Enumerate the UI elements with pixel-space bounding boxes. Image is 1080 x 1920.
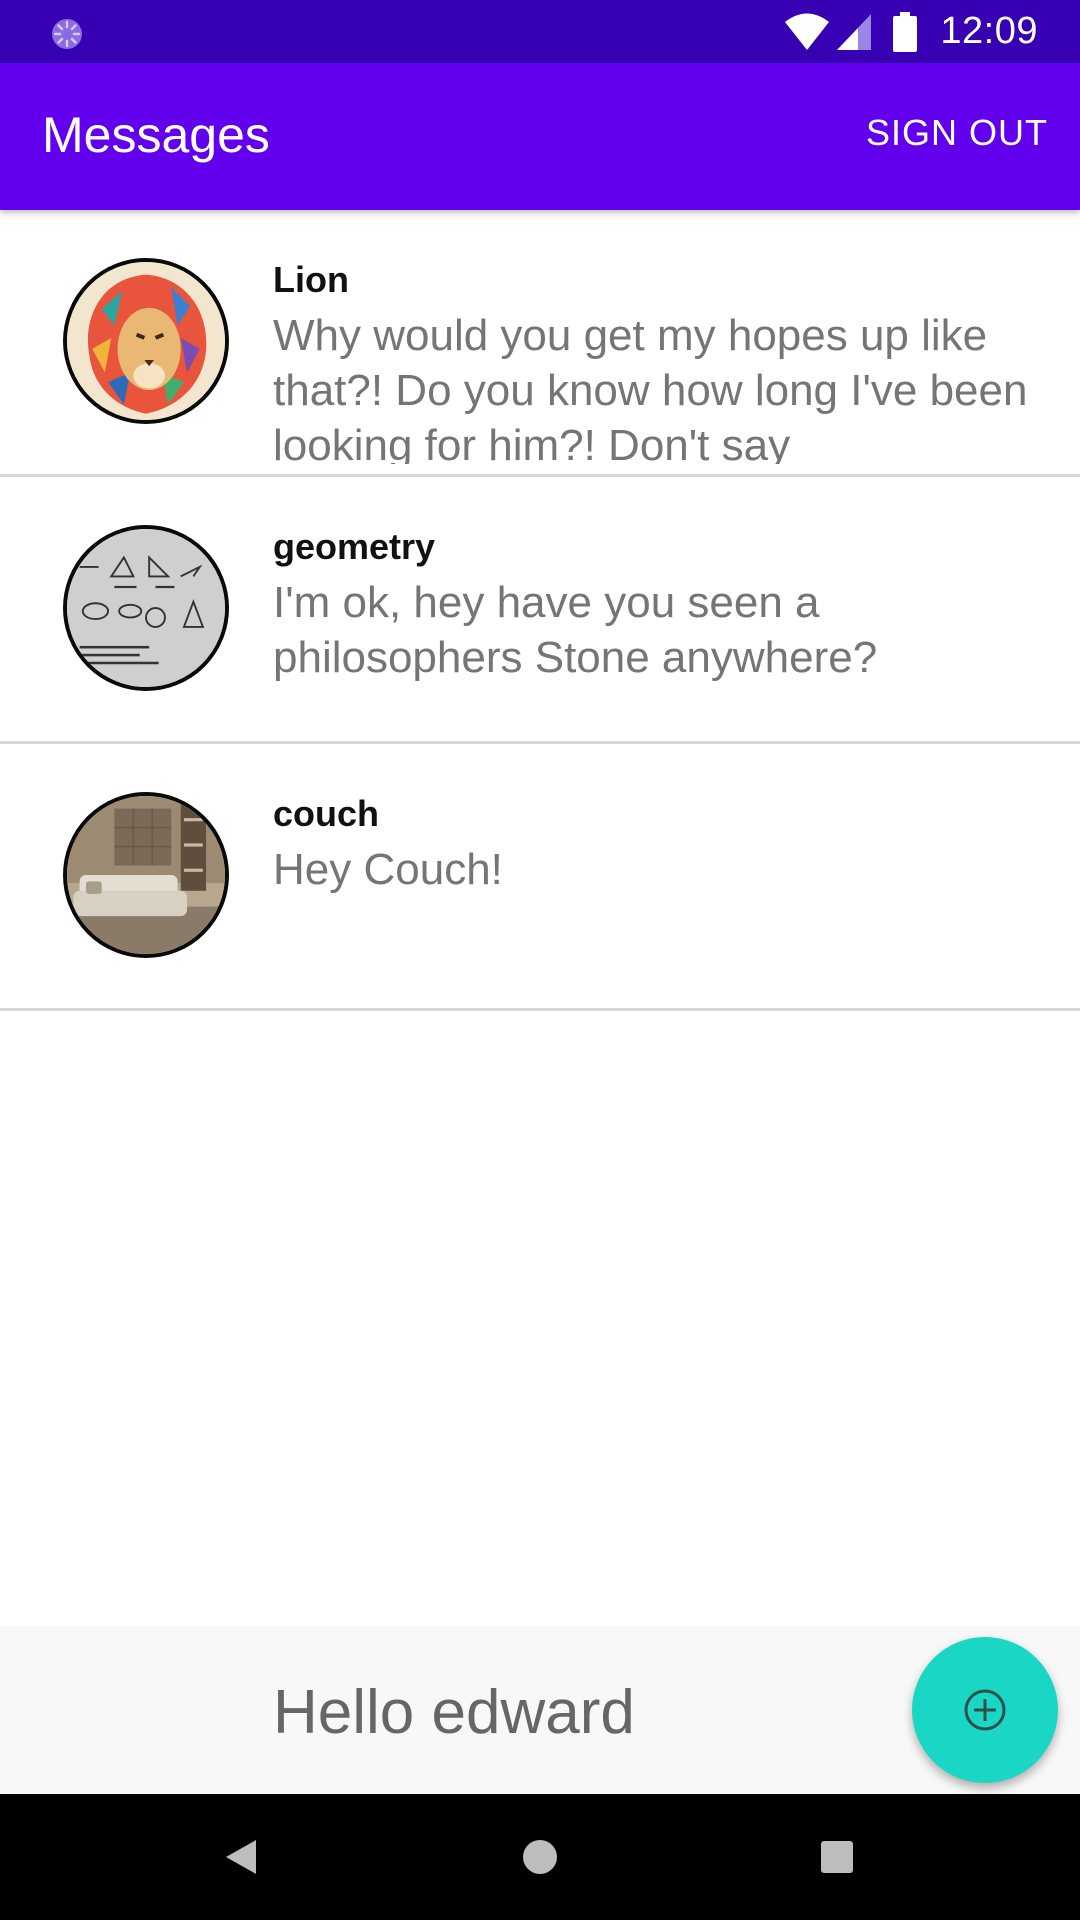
status-bar: 12:09 — [0, 0, 1080, 63]
app-bar: Messages SIGN OUT — [0, 63, 1080, 210]
conversation-preview: I'm ok, hey have you seen a philosophers… — [273, 578, 878, 682]
home-button[interactable] — [515, 1832, 565, 1882]
conversation-name: couch — [273, 793, 380, 834]
sign-out-button[interactable]: SIGN OUT — [866, 113, 1048, 153]
page-title: Messages — [42, 107, 270, 163]
signal-icon — [837, 13, 872, 50]
back-button[interactable] — [216, 1832, 266, 1882]
geometry-avatar — [63, 525, 229, 691]
home-icon — [523, 1840, 557, 1874]
new-message-button[interactable] — [912, 1637, 1058, 1783]
conversation-preview: Why would you get my hopes up like that?… — [273, 311, 1028, 464]
conversation-preview: Hey Couch! — [273, 845, 503, 894]
add-circle-icon — [964, 1689, 1006, 1731]
wifi-icon — [785, 13, 830, 50]
conversation-list: Lion Why would you get my hopes up like … — [0, 210, 1080, 1011]
status-icons: 12:09 — [784, 0, 1080, 63]
messages-screen: 12:09 Messages SIGN OUT Lion Why would y… — [0, 0, 1080, 1920]
conversation-name: geometry — [273, 526, 436, 567]
recents-button[interactable] — [812, 1832, 862, 1882]
conversation-item[interactable]: geometry I'm ok, hey have you seen a phi… — [0, 477, 1080, 744]
loading-circle-icon — [52, 19, 82, 49]
status-time: 12:09 — [940, 10, 1038, 52]
battery-icon — [893, 11, 918, 52]
greeting-text: Hello edward — [273, 1678, 635, 1747]
navigation-bar — [0, 1794, 1080, 1920]
recents-icon — [821, 1841, 853, 1873]
couch-avatar — [63, 792, 229, 958]
conversation-item[interactable]: couch Hey Couch! — [0, 744, 1080, 1011]
conversation-item[interactable]: Lion Why would you get my hopes up like … — [0, 210, 1080, 477]
lion-avatar — [63, 258, 229, 424]
conversation-name: Lion — [273, 259, 349, 300]
back-icon — [226, 1840, 256, 1874]
